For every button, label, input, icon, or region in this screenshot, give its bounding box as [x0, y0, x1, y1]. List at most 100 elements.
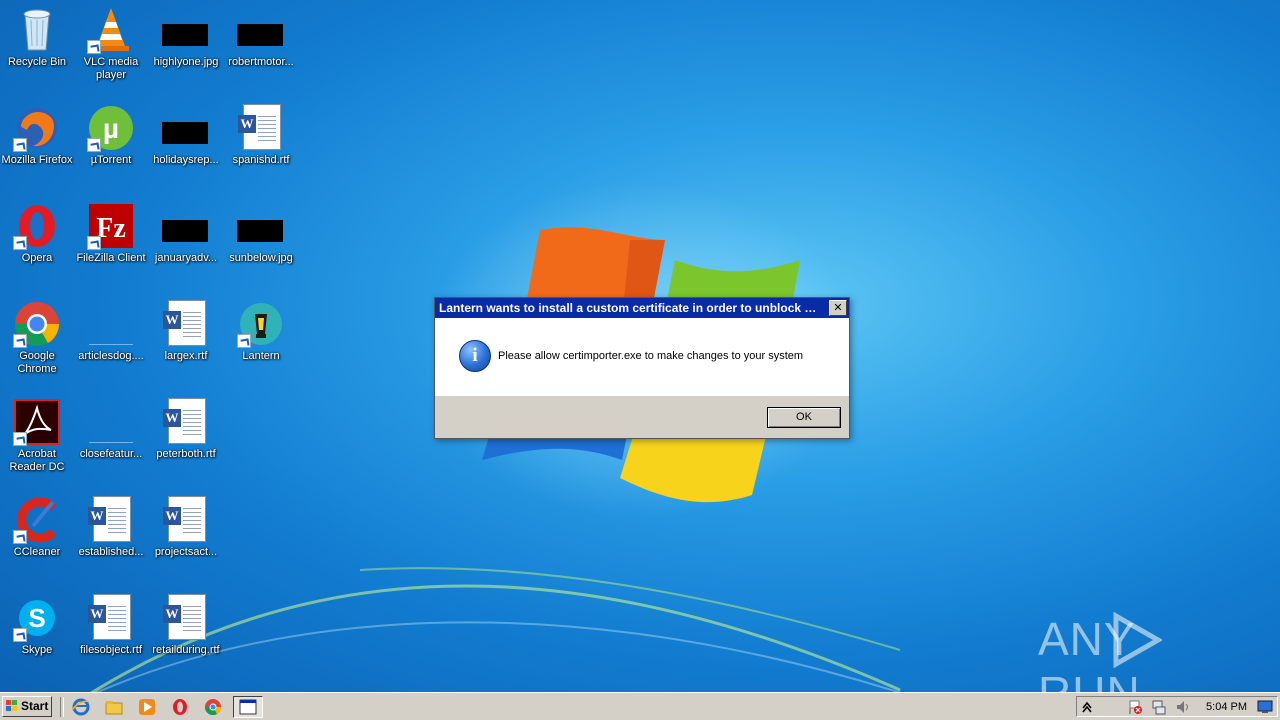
opera-icon	[13, 202, 61, 250]
dialog-close-button[interactable]: ✕	[829, 300, 847, 316]
desktop-icon-skype[interactable]: S Skype	[0, 594, 74, 657]
opera-icon[interactable]	[171, 698, 189, 716]
icon-label: Recycle Bin	[7, 56, 67, 68]
shortcut-arrow-icon	[13, 236, 27, 250]
icon-label: sunbelow.jpg	[229, 252, 293, 264]
show-hidden-icon[interactable]	[1081, 700, 1093, 714]
watermark-play-icon	[1113, 612, 1162, 668]
word-document-icon: W	[162, 398, 210, 446]
desktop-icon-firefox[interactable]: Mozilla Firefox	[0, 104, 74, 167]
icon-label: januaryadv...	[154, 252, 218, 264]
start-button[interactable]: Start	[2, 696, 52, 717]
desktop-icon-retailduring[interactable]: W retailduring.rtf	[149, 594, 223, 657]
desktop-icon-vlc[interactable]: VLC media player	[74, 6, 148, 82]
info-icon: i	[459, 340, 491, 372]
icon-label: Opera	[21, 252, 53, 264]
ok-button[interactable]: OK	[767, 407, 841, 428]
utorrent-icon: µ	[87, 104, 135, 152]
desktop-icon-filezilla[interactable]: Fz FileZilla Client	[74, 202, 148, 265]
ccleaner-icon	[13, 496, 61, 544]
word-document-icon: W	[237, 104, 285, 152]
active-task-button[interactable]	[233, 696, 263, 718]
desktop-icon-projectsact[interactable]: W projectsact...	[149, 496, 223, 559]
word-document-icon: W	[87, 496, 135, 544]
icon-label: FileZilla Client	[76, 252, 146, 264]
clock[interactable]: 5:04 PM	[1206, 701, 1247, 713]
shortcut-arrow-icon	[13, 530, 27, 544]
file-icon	[87, 300, 135, 348]
desktop-icon-spanishd[interactable]: W spanishd.rtf	[224, 104, 298, 167]
desktop-icon-sunbelow[interactable]: sunbelow.jpg	[224, 202, 298, 265]
ie-icon[interactable]	[72, 698, 90, 716]
volume-icon[interactable]	[1175, 699, 1191, 715]
desktop-icon-peterboth[interactable]: W peterboth.rtf	[149, 398, 223, 461]
word-document-icon: W	[162, 594, 210, 642]
windows-flag-icon	[6, 700, 18, 712]
desktop-icon-januaryadv[interactable]: januaryadv...	[149, 202, 223, 265]
taskbar: Start 5:04 PM	[0, 692, 1280, 720]
shortcut-arrow-icon	[13, 628, 27, 642]
desktop-icon-established[interactable]: W established...	[74, 496, 148, 559]
shortcut-arrow-icon	[13, 432, 27, 446]
vlc-cone-icon	[87, 6, 135, 54]
dialog-title-bar[interactable]: Lantern wants to install a custom certif…	[435, 298, 849, 318]
image-file-icon	[237, 6, 285, 54]
shortcut-arrow-icon	[13, 138, 27, 152]
desktop-icon-robertmotor[interactable]: robertmotor...	[224, 6, 298, 69]
skype-icon: S	[13, 594, 61, 642]
icon-label: Mozilla Firefox	[1, 154, 73, 166]
icon-label: CCleaner	[13, 546, 61, 558]
shortcut-arrow-icon	[87, 40, 101, 54]
icon-label: VLC media player	[83, 56, 139, 81]
dialog-title: Lantern wants to install a custom certif…	[439, 301, 823, 315]
desktop-icon-opera[interactable]: Opera	[0, 202, 74, 265]
desktop-icon-utorrent[interactable]: µ µTorrent	[74, 104, 148, 167]
dialog-button-bar: OK	[435, 396, 849, 438]
icon-label: Google Chrome	[17, 350, 57, 375]
network-icon[interactable]	[1151, 699, 1167, 715]
show-desktop-icon[interactable]	[1257, 700, 1273, 714]
icon-label: Acrobat Reader DC	[9, 448, 65, 473]
icon-label: filesobject.rtf	[80, 644, 142, 656]
desktop-icon-google-chrome[interactable]: Google Chrome	[0, 300, 74, 376]
chrome-icon	[13, 300, 61, 348]
shortcut-arrow-icon	[87, 236, 101, 250]
desktop-icon-articlesdog[interactable]: articlesdog....	[74, 300, 148, 363]
explorer-icon[interactable]	[105, 698, 123, 716]
image-file-icon	[162, 6, 210, 54]
desktop-icon-holidaysrep[interactable]: holidaysrep...	[149, 104, 223, 167]
word-document-icon: W	[162, 496, 210, 544]
desktop-icon-largex[interactable]: W largex.rtf	[149, 300, 223, 363]
taskbar-separator	[60, 697, 64, 717]
icon-label: largex.rtf	[164, 350, 208, 362]
desktop-icon-ccleaner[interactable]: CCleaner	[0, 496, 74, 559]
icon-label: highlyone.jpg	[153, 56, 219, 68]
shortcut-arrow-icon	[237, 334, 251, 348]
icon-label: closefeatur...	[79, 448, 143, 460]
certificate-dialog: Lantern wants to install a custom certif…	[434, 297, 850, 439]
desktop-icon-acrobat[interactable]: Acrobat Reader DC	[0, 398, 74, 474]
acrobat-icon	[13, 398, 61, 446]
desktop-icon-filesobject[interactable]: W filesobject.rtf	[74, 594, 148, 657]
icon-label: holidaysrep...	[153, 154, 219, 166]
start-label: Start	[21, 699, 49, 713]
shortcut-arrow-icon	[87, 138, 101, 152]
shortcut-arrow-icon	[13, 334, 27, 348]
desktop-icon-recycle-bin[interactable]: Recycle Bin	[0, 6, 74, 69]
dialog-message: Please allow certimporter.exe to make ch…	[498, 350, 804, 362]
icon-label: Lantern	[242, 350, 280, 362]
flag-warning-icon[interactable]	[1127, 699, 1143, 715]
desktop-icon-highlyone[interactable]: highlyone.jpg	[149, 6, 223, 69]
icon-label: µTorrent	[90, 154, 132, 166]
icon-label: Skype	[21, 644, 53, 656]
filezilla-icon: Fz	[87, 202, 135, 250]
desktop-icon-closefeatur[interactable]: closefeatur...	[74, 398, 148, 461]
chrome-icon[interactable]	[204, 698, 222, 716]
system-tray: 5:04 PM	[1076, 696, 1278, 717]
media-player-icon[interactable]	[138, 698, 156, 716]
dialog-body: i Please allow certimporter.exe to make …	[435, 318, 849, 396]
desktop-icon-lantern[interactable]: Lantern	[224, 300, 298, 363]
window-icon	[239, 699, 257, 715]
icon-label: established...	[78, 546, 144, 558]
recycle-bin-icon	[13, 6, 61, 54]
